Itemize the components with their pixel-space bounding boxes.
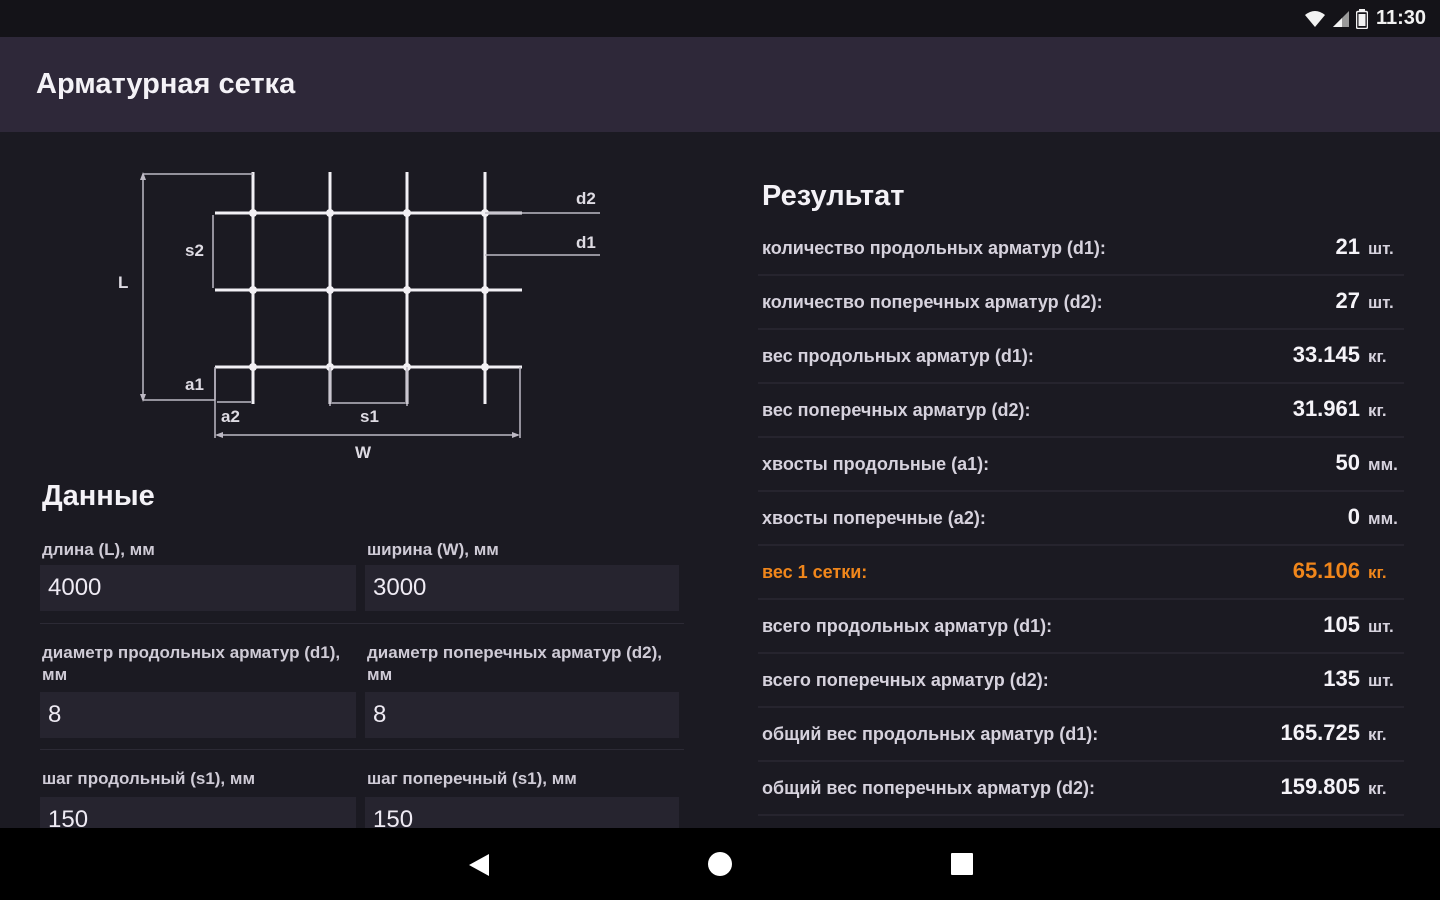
result-value: 105 (1323, 612, 1360, 637)
diagram-label-s1: s1 (360, 407, 379, 426)
result-unit: шт. (1368, 671, 1394, 690)
result-label: хвосты поперечные (a2): (762, 508, 986, 528)
result-row: хвосты поперечные (a2): 0 мм. (758, 492, 1404, 546)
result-unit: шт. (1368, 239, 1394, 258)
result-value: 165.725 (1280, 720, 1360, 745)
result-unit: мм. (1368, 455, 1398, 474)
result-value: 65.106 (1292, 558, 1360, 583)
result-unit: шт. (1368, 617, 1394, 636)
step-s1-input[interactable]: 150 (40, 797, 356, 828)
app-title: Арматурная сетка (36, 68, 296, 100)
width-input[interactable]: 3000 (365, 565, 679, 611)
result-label: вес продольных арматур (d1): (762, 346, 1034, 366)
recents-icon[interactable] (940, 844, 984, 884)
result-unit: кг. (1368, 401, 1387, 420)
result-value: 33.145 (1292, 342, 1360, 367)
diagram-label-W: W (355, 443, 372, 462)
result-unit: мм. (1368, 509, 1398, 528)
result-unit: кг. (1368, 725, 1387, 744)
home-icon[interactable] (698, 844, 742, 884)
status-bar: 11:30 (0, 0, 1440, 37)
result-unit: кг. (1368, 563, 1387, 582)
result-row: всего поперечных арматур (d2): 135 шт. (758, 654, 1404, 708)
result-value: 0 (1347, 504, 1360, 529)
diagram-label-d1: d1 (576, 233, 596, 252)
result-value: 50 (1335, 450, 1360, 475)
result-value: 21 (1335, 234, 1360, 259)
diameter-d2-label: диаметр поперечных арматур (d2), мм (367, 643, 662, 684)
diagram-label-d2: d2 (576, 189, 596, 208)
wifi-icon (1304, 10, 1325, 27)
length-input[interactable]: 4000 (40, 565, 356, 611)
result-row-total-weight: вес 1 сетки: 65.106 кг. (758, 546, 1404, 600)
battery-icon (1355, 8, 1368, 29)
result-label: вес 1 сетки: (762, 562, 868, 582)
result-label: вес поперечных арматур (d2): (762, 400, 1031, 420)
result-label: общий вес продольных арматур (d1): (762, 724, 1099, 744)
result-row: хвосты продольные (a1): 50 мм. (758, 438, 1404, 492)
status-icons (1304, 8, 1368, 29)
result-label: всего продольных арматур (d1): (762, 616, 1053, 636)
data-section-title: Данные (42, 480, 155, 512)
result-value: 135 (1323, 666, 1360, 691)
length-label: длина (L), мм (42, 540, 155, 559)
diameter-d1-label: диаметр продольных арматур (d1), мм (42, 643, 341, 684)
result-unit: кг. (1368, 779, 1387, 798)
result-section-title: Результат (762, 180, 905, 212)
result-label: хвосты продольные (a1): (762, 454, 990, 474)
step-s2-label: шаг поперечный (s1), мм (367, 769, 577, 788)
result-row: вес поперечных арматур (d2): 31.961 кг. (758, 384, 1404, 438)
diagram-label-a2: a2 (221, 407, 240, 426)
result-row: общий вес поперечных арматур (d2): 159.8… (758, 762, 1404, 816)
result-label: количество продольных арматур (d1): (762, 238, 1106, 258)
app-bar: Арматурная сетка (0, 37, 1440, 132)
result-value: 27 (1335, 288, 1360, 313)
result-row: количество поперечных арматур (d2): 27 ш… (758, 276, 1404, 330)
content-area: L W d2 d1 s2 s1 a1 a2 Данные длина (L), … (0, 132, 1440, 828)
step-s1-label: шаг продольный (s1), мм (42, 769, 256, 788)
width-label: ширина (W), мм (367, 540, 499, 559)
diameter-d1-input[interactable]: 8 (40, 692, 356, 738)
divider (40, 623, 684, 624)
result-unit: шт. (1368, 293, 1394, 312)
diagram-label-L: L (118, 273, 128, 292)
result-label: общий вес поперечных арматур (d2): (762, 778, 1095, 798)
result-row: общий вес продольных арматур (d1): 165.7… (758, 708, 1404, 762)
result-value: 31.961 (1292, 396, 1360, 421)
diagram-label-a1: a1 (185, 375, 204, 394)
diameter-d2-input[interactable]: 8 (365, 692, 679, 738)
result-label: всего поперечных арматур (d2): (762, 670, 1049, 690)
result-row: вес продольных арматур (d1): 33.145 кг. (758, 330, 1404, 384)
step-s2-input[interactable]: 150 (365, 797, 679, 828)
diagram-label-s2: s2 (185, 241, 204, 260)
result-row: количество продольных арматур (d1): 21 ш… (758, 222, 1404, 276)
result-unit: кг. (1368, 347, 1387, 366)
result-row: всего продольных арматур (d1): 105 шт. (758, 600, 1404, 654)
signal-icon (1332, 10, 1349, 27)
result-label: количество поперечных арматур (d2): (762, 292, 1103, 312)
result-value: 159.805 (1280, 774, 1360, 799)
navigation-bar (0, 828, 1440, 900)
back-icon[interactable] (457, 844, 501, 884)
status-time: 11:30 (1375, 7, 1426, 29)
mesh-diagram: L W d2 d1 s2 s1 a1 a2 (118, 172, 600, 462)
divider (40, 749, 684, 750)
